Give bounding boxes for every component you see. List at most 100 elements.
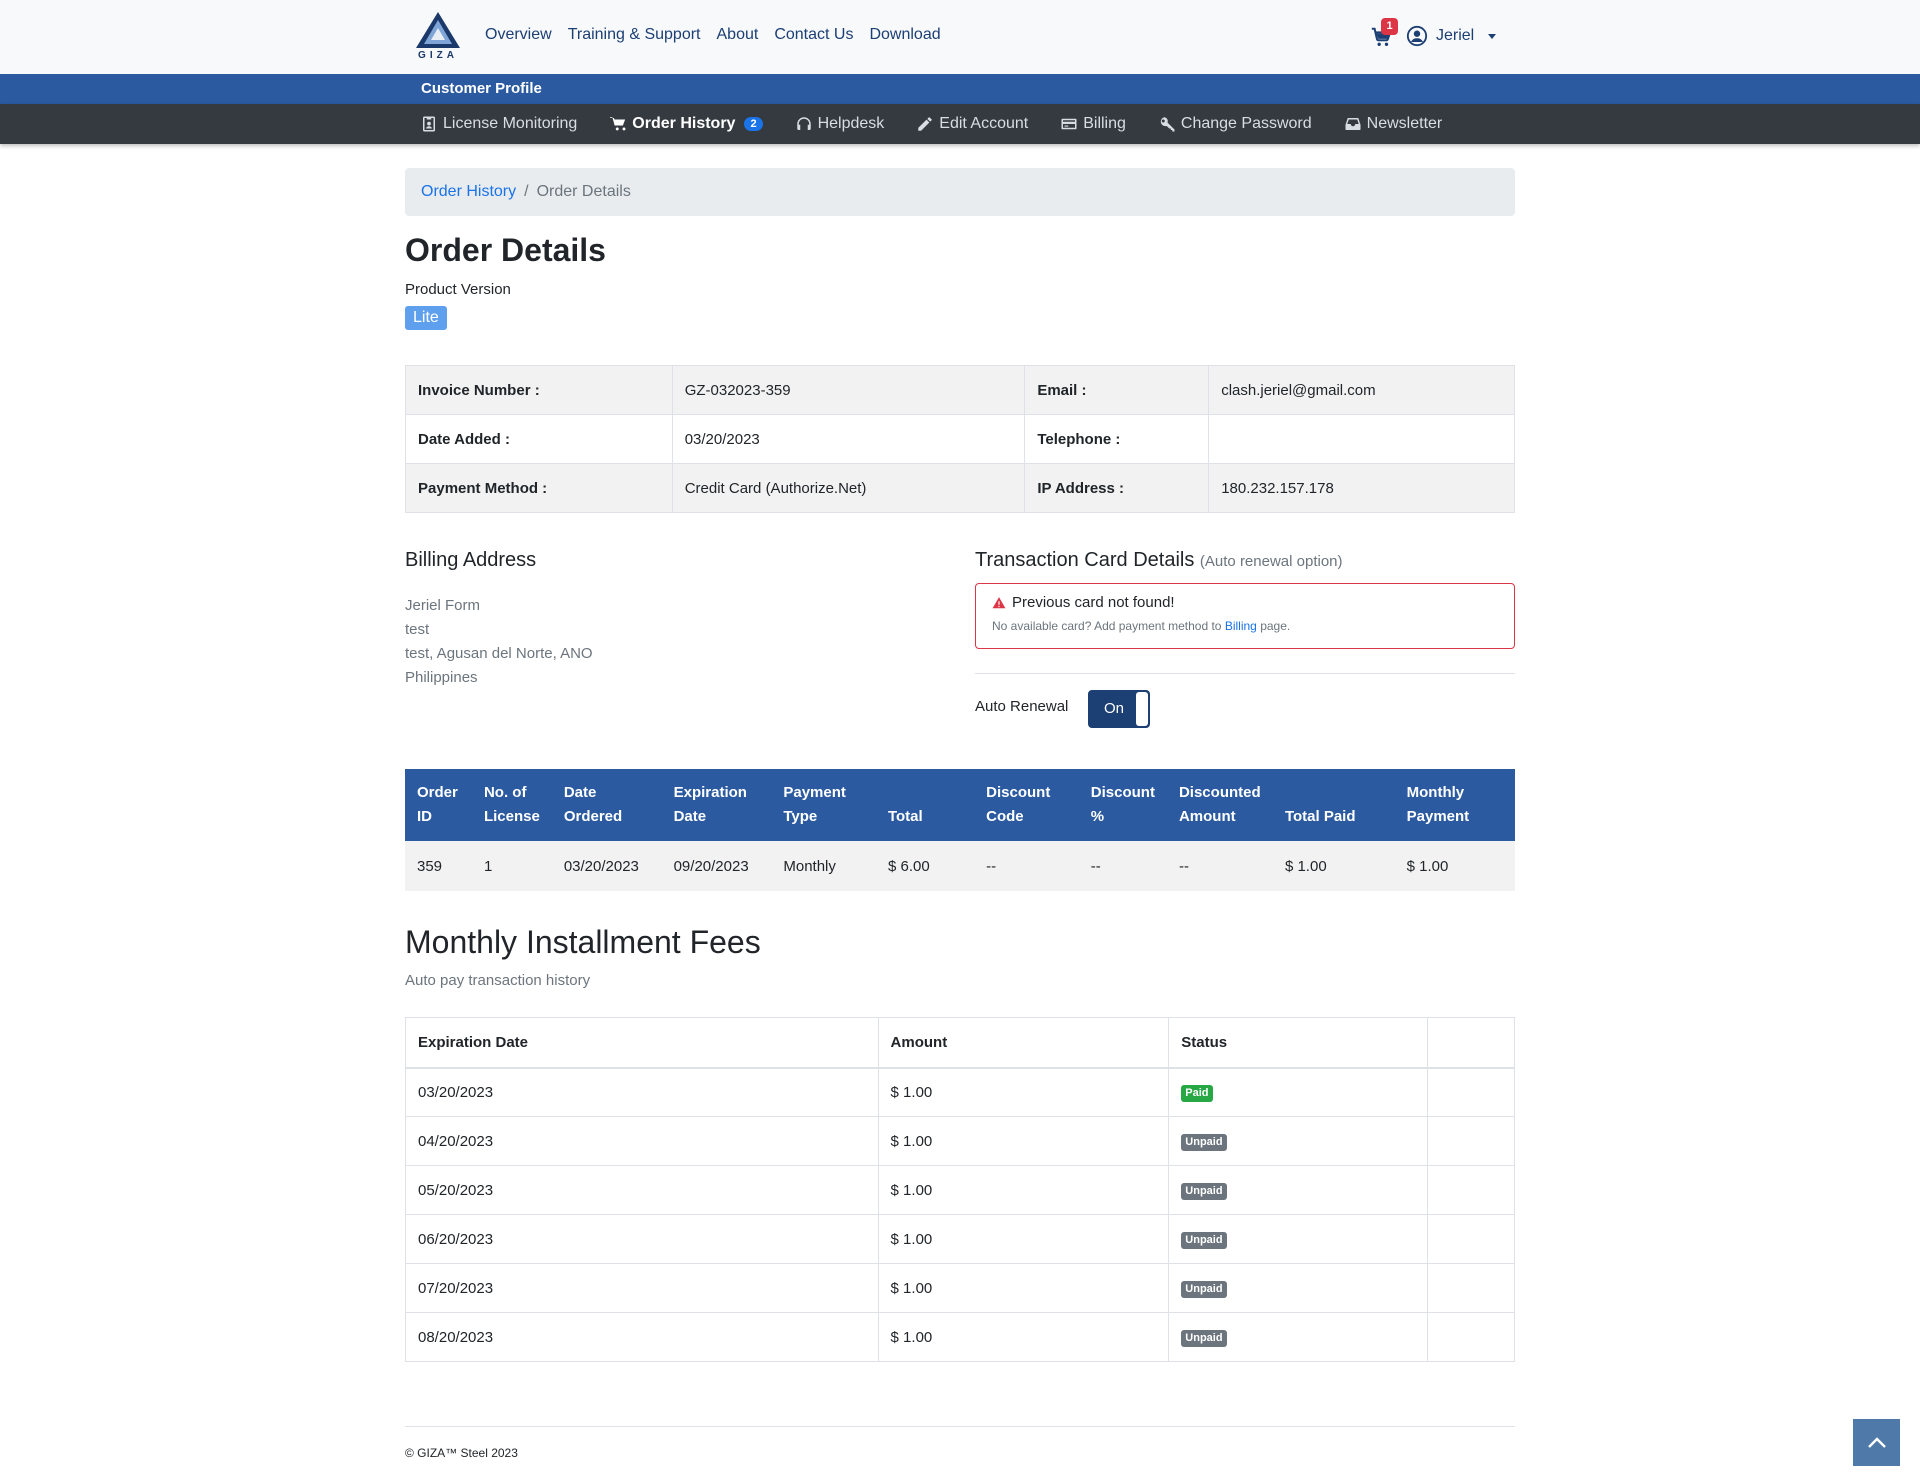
subnav-label: Order History — [632, 115, 736, 132]
user-circle-icon — [1406, 25, 1428, 47]
order-info-table: Invoice Number : GZ-032023-359 Email : c… — [405, 365, 1515, 513]
product-version-label: Product Version — [405, 281, 511, 298]
chevron-down-icon — [1488, 33, 1497, 39]
order-column-header-line: Discount — [1090, 784, 1155, 801]
subnav-label: Change Password — [1180, 115, 1312, 132]
installments-table: Expiration Date Amount Status 03/20/2023… — [405, 1017, 1515, 1362]
subnav-license-monitoring[interactable]: License Monitoring — [420, 115, 577, 133]
installment-status-cell: Unpaid — [1168, 1214, 1429, 1264]
order-column-header: Expiration Date — [661, 769, 772, 841]
auto-renewal-toggle[interactable]: On — [1088, 690, 1150, 728]
subnav-order-history[interactable]: Order History 2 — [609, 115, 763, 133]
subnav-billing[interactable]: Billing — [1060, 115, 1126, 133]
card-not-found-alert: Previous card not found! No available ca… — [975, 583, 1515, 649]
status-badge: Unpaid — [1181, 1133, 1227, 1151]
order-cell: Monthly — [771, 841, 876, 891]
footer-divider — [405, 1426, 1515, 1427]
order-column-header-line: % — [1090, 808, 1105, 825]
order-cell: -- — [1166, 841, 1273, 891]
subnav-helpdesk[interactable]: Helpdesk — [795, 115, 884, 133]
address-line: Philippines — [405, 669, 478, 686]
table-row: Date Added : 03/20/2023 Telephone : — [405, 414, 1515, 464]
payment-method-label: Payment Method : — [405, 463, 673, 513]
address-line: Jeriel Form — [405, 597, 481, 614]
main-nav: Overview Training & Support About Contac… — [485, 26, 941, 44]
billing-address: Jeriel Form test test, Agusan del Norte,… — [405, 594, 593, 690]
warning-icon — [992, 596, 1006, 608]
billing-address-title: Billing Address — [405, 549, 537, 571]
profile-bar-title: Customer Profile — [421, 80, 542, 97]
billing-link[interactable]: Billing — [1225, 619, 1257, 633]
order-column-header: Date Ordered — [551, 769, 662, 841]
installment-amount: $ 1.00 — [877, 1214, 1170, 1264]
top-navbar: GIZA Overview Training & Support About C… — [0, 0, 1920, 74]
payment-method-value: Credit Card (Authorize.Net) — [671, 463, 1026, 513]
nav-contact-us[interactable]: Contact Us — [774, 26, 853, 44]
order-cell: 359 — [405, 841, 472, 891]
status-badge: Unpaid — [1181, 1182, 1227, 1200]
order-column-header: Discount Code — [974, 769, 1079, 841]
subnav-edit-account[interactable]: Edit Account — [916, 115, 1028, 133]
order-column-header-line: Date — [563, 784, 597, 801]
pencil-icon — [918, 117, 933, 131]
subnav-label: License Monitoring — [443, 115, 578, 132]
profile-subnav: License Monitoring Order History 2 Helpd… — [0, 104, 1920, 144]
scroll-to-top-button[interactable] — [1853, 1419, 1900, 1466]
order-column-header-line: Expiration — [673, 784, 747, 801]
nav-about[interactable]: About — [717, 26, 759, 44]
installment-status-cell: Unpaid — [1168, 1263, 1429, 1313]
installment-status-cell: Unpaid — [1168, 1116, 1429, 1166]
order-column-header-line: Total Paid — [1284, 808, 1356, 825]
user-menu[interactable]: Jeriel — [1406, 25, 1497, 47]
breadcrumb-order-history[interactable]: Order History — [421, 183, 516, 201]
invoice-number-label: Invoice Number : — [405, 365, 673, 415]
order-column-header-line: License — [483, 808, 540, 825]
auto-renewal-label: Auto Renewal — [975, 698, 1069, 715]
installment-empty-cell — [1427, 1263, 1515, 1313]
nav-download[interactable]: Download — [869, 26, 940, 44]
installment-amount: $ 1.00 — [877, 1116, 1170, 1166]
date-added-label: Date Added : — [405, 414, 673, 464]
order-cell: $ 1.00 — [1272, 841, 1395, 891]
order-count-badge: 2 — [744, 117, 763, 131]
nav-overview[interactable]: Overview — [485, 26, 552, 44]
subnav-newsletter[interactable]: Newsletter — [1344, 115, 1442, 133]
installment-date: 03/20/2023 — [405, 1067, 879, 1117]
installment-date: 04/20/2023 — [405, 1116, 879, 1166]
status-badge: Unpaid — [1181, 1280, 1227, 1298]
user-name: Jeriel — [1436, 27, 1475, 44]
table-row: 359 1 03/20/2023 09/20/2023 Monthly $ 6.00 -- -… — [405, 841, 1515, 891]
address-line: test, Agusan del Norte, ANO — [405, 645, 593, 662]
installment-empty-cell — [1427, 1116, 1515, 1166]
chevron-up-icon — [1867, 1436, 1886, 1448]
order-column-header: Payment Type — [771, 769, 876, 841]
logo-text: GIZA — [418, 50, 458, 61]
order-column-header-line: Code — [986, 808, 1024, 825]
nav-training-support[interactable]: Training & Support — [568, 26, 701, 44]
subnav-change-password[interactable]: Change Password — [1158, 115, 1312, 133]
transaction-card-title: Transaction Card Details (Auto renewal o… — [975, 549, 1343, 572]
table-row: 03/20/2023 $ 1.00 Paid — [405, 1067, 1515, 1117]
status-badge: Paid — [1181, 1084, 1213, 1102]
installment-empty-cell — [1427, 1165, 1515, 1215]
table-row: 08/20/2023 $ 1.00 Unpaid — [405, 1312, 1515, 1362]
alert-body: No available card? Add payment method to… — [992, 619, 1498, 633]
divider — [975, 673, 1515, 674]
transaction-card-subtitle: (Auto renewal option) — [1199, 553, 1343, 570]
installment-date: 06/20/2023 — [405, 1214, 879, 1264]
column-header-amount: Amount — [877, 1017, 1170, 1069]
installment-date: 05/20/2023 — [405, 1165, 879, 1215]
column-header-status: Status — [1168, 1017, 1429, 1069]
order-column-header-line: ID — [417, 808, 432, 825]
toggle-label: On — [1104, 700, 1125, 717]
giza-logo[interactable]: GIZA — [412, 10, 464, 64]
column-header-empty — [1427, 1017, 1515, 1069]
pyramid-icon — [416, 12, 460, 48]
order-column-header: Monthly Payment — [1394, 769, 1515, 841]
cart-count-badge: 1 — [1381, 18, 1398, 35]
subnav-label: Edit Account — [939, 115, 1029, 132]
order-column-header: Total — [875, 769, 975, 841]
order-cell: 1 — [471, 841, 552, 891]
ip-address-label: IP Address : — [1024, 463, 1210, 513]
key-icon — [1160, 117, 1175, 132]
